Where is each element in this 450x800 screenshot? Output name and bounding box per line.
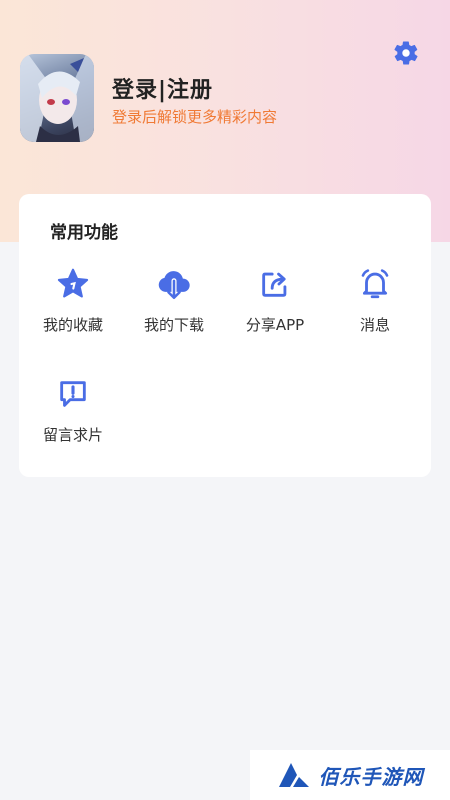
share-icon (262, 272, 287, 297)
request-movie-button[interactable]: 留言求片 (23, 374, 123, 454)
common-functions-card: 常用功能 我的收藏 我的下载 分享APP 消息 留言求片 (19, 194, 431, 477)
messages-button[interactable]: 消息 (325, 264, 425, 344)
login-register-link[interactable]: 登录|注册 (112, 72, 213, 104)
watermark-logo-icon (278, 763, 309, 787)
message-alert-icon (60, 381, 86, 407)
downloads-label: 我的下载 (143, 316, 204, 334)
avatar[interactable] (20, 54, 94, 142)
cloud-download-icon (158, 271, 190, 301)
favorites-label: 我的收藏 (42, 316, 103, 334)
watermark: 佰乐手游网 (250, 750, 450, 800)
card-title: 常用功能 (50, 223, 118, 243)
bell-icon (361, 269, 389, 299)
favorites-button[interactable]: 我的收藏 (23, 264, 123, 344)
share-app-label: 分享APP (245, 316, 305, 334)
messages-label: 消息 (359, 316, 390, 334)
downloads-button[interactable]: 我的下载 (124, 264, 224, 344)
gear-icon (394, 41, 418, 65)
request-movie-label: 留言求片 (42, 426, 103, 444)
settings-button[interactable] (392, 38, 420, 68)
star-icon (57, 268, 89, 298)
share-app-button[interactable]: 分享APP (225, 264, 325, 344)
avatar-illustration (20, 54, 94, 142)
watermark-text: 佰乐手游网 (318, 764, 424, 789)
login-subtitle: 登录后解锁更多精彩内容 (112, 108, 278, 126)
